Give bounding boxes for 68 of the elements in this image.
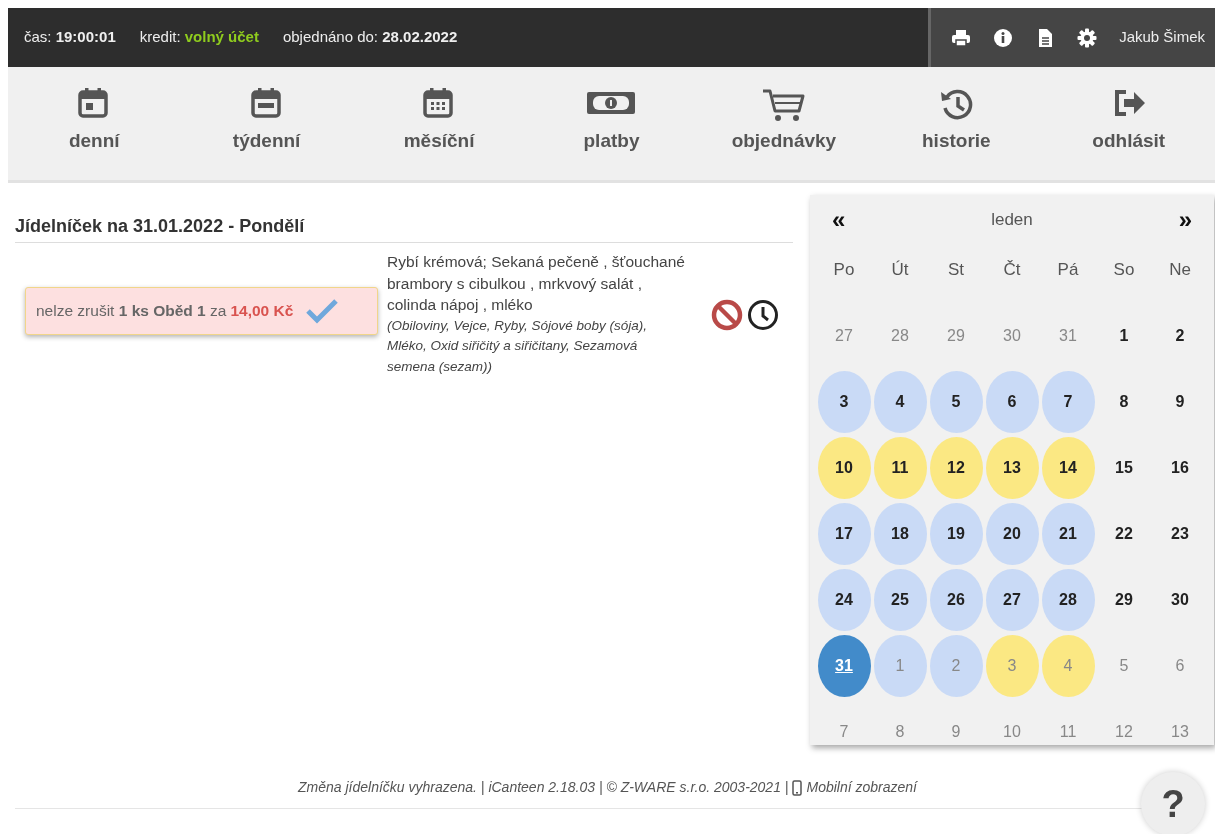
nav-link[interactable]: platby bbox=[525, 67, 698, 180]
clock-icon bbox=[747, 299, 779, 331]
calendar-day[interactable]: 16 bbox=[1153, 437, 1207, 499]
calendar-day[interactable]: 3 bbox=[817, 371, 871, 433]
calendar-day[interactable]: 30 bbox=[1153, 569, 1207, 631]
menu-title: Jídelníček na 31.01.2022 - Pondělí bbox=[15, 213, 793, 243]
nav-link[interactable]: historie bbox=[870, 67, 1043, 180]
calendar-day[interactable]: 8 bbox=[1097, 371, 1151, 433]
info-label: kredit: bbox=[139, 28, 182, 46]
calendar-day[interactable]: 6 bbox=[985, 371, 1039, 433]
calendar-day[interactable]: 20 bbox=[985, 503, 1039, 565]
calendar-day[interactable]: 28 bbox=[1041, 569, 1095, 631]
order-status: nelze zrušit 1 ks Oběd 1 za 14,00 Kč bbox=[25, 287, 378, 335]
calendar-day[interactable]: 22 bbox=[1097, 503, 1151, 565]
calendar-day[interactable]: 31 bbox=[817, 635, 871, 697]
calendar-day[interactable]: 14 bbox=[1041, 437, 1095, 499]
month-label: leden bbox=[991, 209, 1033, 232]
calendar-day[interactable]: 15 bbox=[1097, 437, 1151, 499]
calendar-day[interactable]: 18 bbox=[873, 503, 927, 565]
calendar-day[interactable]: 10 bbox=[817, 437, 871, 499]
nav-link[interactable]: měsíční bbox=[352, 67, 526, 180]
dish-description: Rybí krémová; Sekaná pečeně , šťouchané brambory s cibulkou , mrkvový salát , colinda nápoj , mléko bbox=[387, 252, 686, 316]
nav-link[interactable]: objednávky bbox=[697, 67, 871, 180]
calendar-day[interactable]: 23 bbox=[1153, 503, 1207, 565]
prohibited-icon bbox=[711, 299, 743, 331]
info-value: 19:00:01 bbox=[55, 28, 116, 46]
calendar-day[interactable]: 5 bbox=[929, 371, 983, 433]
calendar-day[interactable]: 21 bbox=[1041, 503, 1095, 565]
calendar-day[interactable]: 12 bbox=[929, 437, 983, 499]
weekday-label: Ne bbox=[1169, 259, 1191, 282]
previous-month-button[interactable]: « bbox=[816, 208, 862, 232]
mobile-phone-icon bbox=[792, 779, 803, 796]
info-value: volný účet bbox=[184, 28, 259, 46]
info-label: čas: bbox=[24, 28, 53, 46]
calendar-day[interactable]: 17 bbox=[817, 503, 871, 565]
print-icon[interactable] bbox=[951, 27, 972, 48]
weekday-label: Po bbox=[833, 259, 855, 282]
calendar-day[interactable]: 29 bbox=[1097, 569, 1151, 631]
user-name[interactable]: Jakub Šimek bbox=[1119, 26, 1205, 49]
help-button[interactable]: ? bbox=[1141, 772, 1205, 834]
info-label: objednáno do: bbox=[282, 28, 380, 46]
weekday-label: Pá bbox=[1057, 259, 1079, 282]
footer-text: Změna jídelníčku vyhrazena. | iCanteen 2.18.03 | © Z-WARE s.r.o. 2003-2021 | bbox=[298, 778, 789, 797]
weekday-label: So bbox=[1113, 259, 1135, 282]
calendar-day[interactable]: 4 bbox=[873, 371, 927, 433]
calendar-day[interactable]: 9 bbox=[1153, 371, 1207, 433]
weekday-label: Čt bbox=[1003, 259, 1021, 282]
info-value: 28.02.2022 bbox=[382, 28, 458, 46]
nav-link[interactable]: odhlásit bbox=[1042, 67, 1215, 180]
calendar-day[interactable]: 2 bbox=[1153, 305, 1207, 367]
calendar-day[interactable]: 1 bbox=[1097, 305, 1151, 367]
weekday-label: St bbox=[947, 259, 965, 282]
info-icon[interactable] bbox=[993, 27, 1014, 48]
weekday-label: Út bbox=[891, 259, 909, 282]
mobile-view-link[interactable]: Mobilní zobrazení bbox=[806, 777, 917, 798]
next-month-button[interactable]: » bbox=[1162, 208, 1208, 232]
calendar-day[interactable]: 11 bbox=[873, 437, 927, 499]
calendar-day[interactable]: 13 bbox=[985, 437, 1039, 499]
nav-link[interactable]: týdenní bbox=[180, 67, 353, 180]
nav-link[interactable]: denní bbox=[8, 67, 181, 180]
calendar-day[interactable]: 25 bbox=[873, 569, 927, 631]
cart-icon bbox=[761, 87, 806, 123]
calendar-day[interactable]: 7 bbox=[1041, 371, 1095, 433]
calendar-day[interactable]: 19 bbox=[929, 503, 983, 565]
allergen-list: (Obiloviny, Vejce, Ryby, Sójové boby (sója), Mléko, Oxid siřičitý a siřičitany, Sezamová semena (sezam)) bbox=[387, 316, 687, 377]
calendar-day[interactable]: 24 bbox=[817, 569, 871, 631]
calendar-day[interactable]: 27 bbox=[985, 569, 1039, 631]
calendar-day[interactable]: 26 bbox=[929, 569, 983, 631]
